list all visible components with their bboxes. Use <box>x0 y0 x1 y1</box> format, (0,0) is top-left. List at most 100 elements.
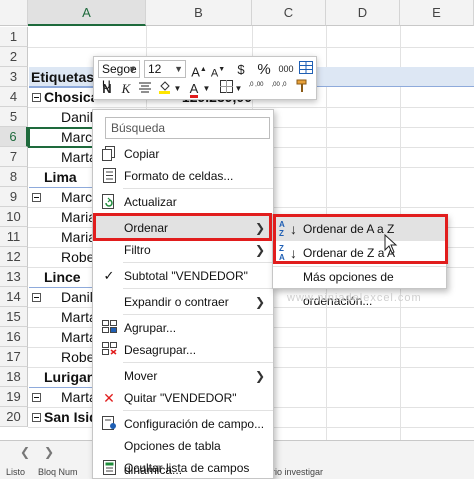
item-label[interactable]: Marta <box>61 147 95 167</box>
select-all-corner[interactable] <box>0 0 28 26</box>
row-header[interactable]: 2 <box>0 47 28 67</box>
row-header[interactable]: 5 <box>0 107 28 127</box>
row-header[interactable]: 13 <box>0 267 28 287</box>
menu-separator <box>123 288 273 289</box>
field-settings-icon <box>101 416 117 432</box>
row-header[interactable]: 14 <box>0 287 28 307</box>
menu-item-group[interactable]: Agrupar... <box>93 316 273 340</box>
row-header[interactable]: 11 <box>0 227 28 247</box>
borders-dropdown[interactable]: ▼ <box>234 79 243 98</box>
font-color-dropdown[interactable]: ▼ <box>202 79 211 98</box>
percent-icon: % <box>257 61 271 78</box>
row-header-selected[interactable]: 6 <box>0 127 28 147</box>
menu-item-label: Expandir o contraer <box>124 295 229 309</box>
fill-color-dropdown[interactable]: ▼ <box>173 79 182 98</box>
row-header[interactable]: 7 <box>0 147 28 167</box>
paint-bucket-icon <box>159 81 170 94</box>
column-header-d[interactable]: D <box>326 0 400 26</box>
menu-separator <box>123 314 273 315</box>
item-label[interactable]: Rober <box>61 247 95 267</box>
row-header[interactable]: 17 <box>0 347 28 367</box>
item-label[interactable]: Maria <box>61 227 95 247</box>
increase-font-button[interactable]: A▲ <box>189 60 209 79</box>
item-label[interactable]: Marco <box>61 187 95 207</box>
group-label[interactable]: Lurigan <box>44 367 94 387</box>
format-painter-button[interactable] <box>293 79 313 98</box>
status-right-text: ario investigar <box>267 467 324 477</box>
menu-item-label: Ocultar lista de campos <box>124 461 250 475</box>
font-color-icon: A <box>189 81 199 98</box>
collapse-icon[interactable] <box>32 393 41 402</box>
row-header[interactable]: 8 <box>0 167 28 187</box>
bold-button[interactable]: N <box>97 79 117 98</box>
row-header[interactable]: 20 <box>0 407 28 427</box>
menu-item-copy[interactable]: Copiar <box>93 142 273 166</box>
next-sheet-icon[interactable]: ❯ <box>44 445 54 459</box>
item-label[interactable]: Marta <box>61 387 95 407</box>
increase-decimal-button[interactable]: ,0 ,00 <box>246 79 266 98</box>
decrease-font-button[interactable]: A▼ <box>208 60 228 79</box>
menu-separator <box>123 188 273 189</box>
item-label[interactable]: Danilo <box>61 287 95 307</box>
collapse-icon[interactable] <box>32 293 41 302</box>
group-label[interactable]: Lince <box>44 267 94 287</box>
collapse-icon[interactable] <box>32 413 41 422</box>
row-header[interactable]: 18 <box>0 367 28 387</box>
item-label[interactable]: Danilo <box>61 107 95 127</box>
pivot-row-labels-header[interactable]: Etiquetas d <box>31 67 95 87</box>
row-header[interactable]: 9 <box>0 187 28 207</box>
group-label[interactable]: San Isidr <box>44 407 94 427</box>
column-header-e[interactable]: E <box>400 0 474 26</box>
row-header[interactable]: 12 <box>0 247 28 267</box>
remove-icon: ✕ <box>103 390 115 406</box>
menu-item-label: Subtotal "VENDEDOR" <box>124 269 248 283</box>
row-header[interactable]: 4 <box>0 87 28 107</box>
menu-item-format-cells[interactable]: Formato de celdas... <box>93 164 273 188</box>
item-label[interactable]: Maria <box>61 207 95 227</box>
percent-style-button[interactable]: % <box>254 60 274 79</box>
borders-button[interactable] <box>216 79 236 98</box>
item-label[interactable]: Rober <box>61 347 95 367</box>
menu-item-pivot-options[interactable]: Opciones de tabla dinámica... <box>93 434 273 477</box>
row-header[interactable]: 19 <box>0 387 28 407</box>
font-color-button[interactable]: A <box>184 79 204 98</box>
menu-search-input[interactable]: Búsqueda <box>105 117 270 139</box>
row-header[interactable]: 10 <box>0 207 28 227</box>
format-as-table-icon[interactable] <box>296 60 316 79</box>
font-size-box[interactable]: 12 ▼ <box>144 60 186 78</box>
previous-sheet-icon[interactable]: ❮ <box>20 445 30 459</box>
collapse-icon[interactable] <box>32 93 41 102</box>
column-header-c[interactable]: C <box>252 0 326 26</box>
italic-button[interactable]: K <box>116 79 136 98</box>
menu-item-subtotal[interactable]: ✓ Subtotal "VENDEDOR" <box>93 264 273 288</box>
collapse-icon[interactable] <box>32 193 41 202</box>
menu-item-label: Formato de celdas... <box>124 169 234 183</box>
column-header-a[interactable]: A <box>28 0 146 26</box>
row-header[interactable]: 1 <box>0 27 28 47</box>
row-header[interactable]: 15 <box>0 307 28 327</box>
borders-icon <box>219 80 233 93</box>
currency-format-button[interactable]: $ <box>231 60 251 79</box>
group-label[interactable]: Chosica <box>44 87 94 107</box>
submenu-item-more-sort-options[interactable]: Más opciones de ordenación... <box>273 265 446 308</box>
font-name-box[interactable]: Segoe U ▼ <box>98 60 140 92</box>
item-label[interactable]: Marta <box>61 307 95 327</box>
row-header[interactable]: 16 <box>0 327 28 347</box>
menu-item-filter[interactable]: Filtro ❯ <box>93 238 273 262</box>
align-center-button[interactable] <box>135 79 155 98</box>
chevron-down-icon: ▼ <box>173 84 182 93</box>
ungroup-icon <box>101 342 117 358</box>
menu-item-field-settings[interactable]: Configuración de campo... <box>93 412 273 436</box>
group-label[interactable]: Lima <box>44 167 94 187</box>
item-label[interactable]: Marta <box>61 327 95 347</box>
menu-item-ungroup[interactable]: Desagrupar... <box>93 338 273 362</box>
menu-item-move[interactable]: Mover ❯ <box>93 364 273 388</box>
menu-item-refresh[interactable]: Actualizar <box>93 190 273 214</box>
menu-item-hide-field-list[interactable]: Ocultar lista de campos <box>93 456 273 479</box>
decrease-decimal-button[interactable]: ,00 ,0 <box>269 79 289 98</box>
column-header-b[interactable]: B <box>146 0 252 26</box>
row-header[interactable]: 3 <box>0 67 28 87</box>
comma-style-button[interactable]: 000 <box>276 60 296 79</box>
menu-item-expand-collapse[interactable]: Expandir o contraer ❯ <box>93 290 273 314</box>
menu-item-remove-field[interactable]: ✕ Quitar "VENDEDOR" <box>93 386 273 410</box>
